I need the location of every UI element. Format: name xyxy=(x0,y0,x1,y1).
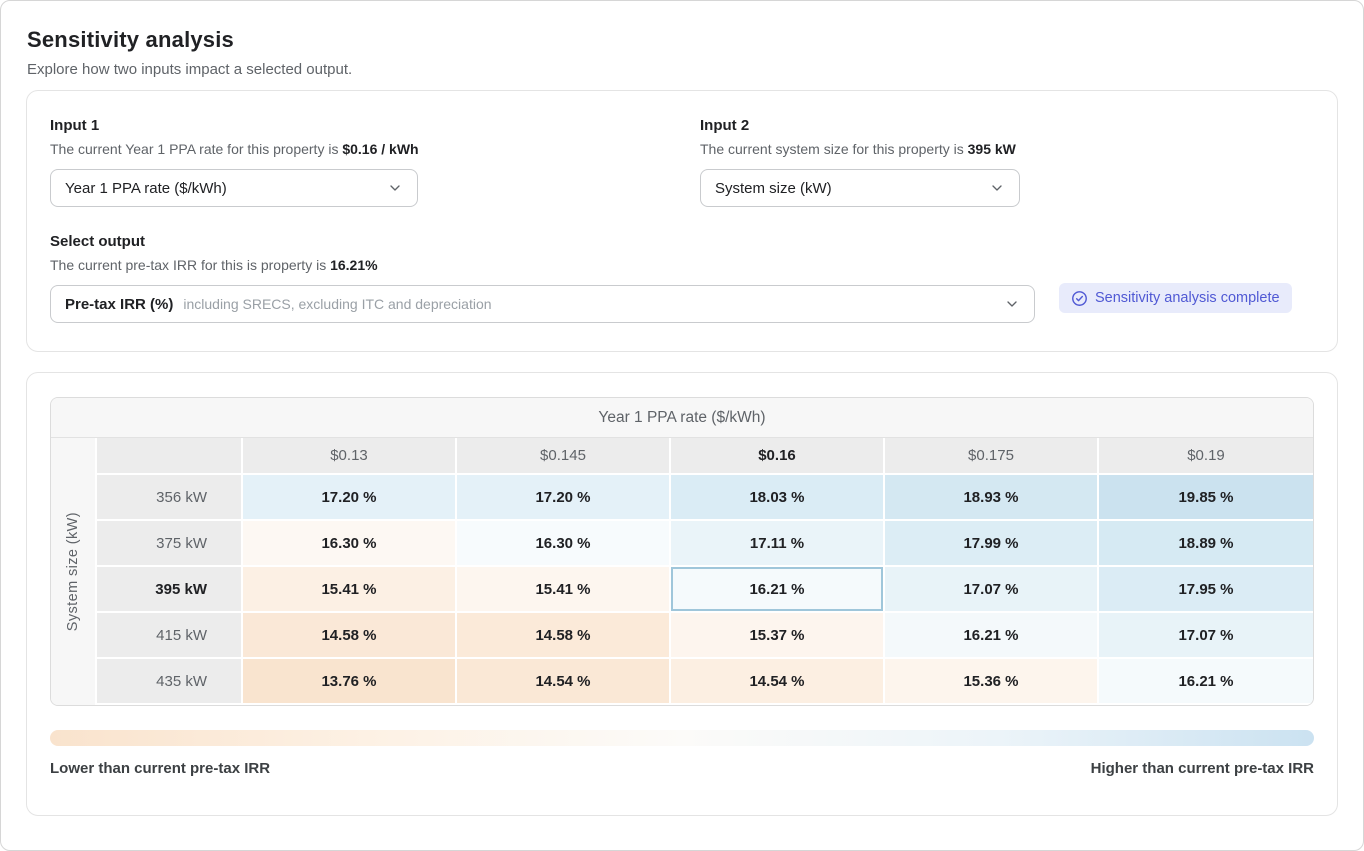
heatmap-grid: $0.13$0.145$0.16$0.175$0.19356 kW17.20 %… xyxy=(97,438,1313,705)
heatmap-cell: 14.54 % xyxy=(457,659,671,705)
heatmap-cell: 16.21 % xyxy=(885,613,1099,659)
output-helper: The current pre-tax IRR for this is prop… xyxy=(50,257,1314,273)
chevron-down-icon xyxy=(387,180,403,196)
check-circle-icon xyxy=(1071,290,1088,307)
heatmap-cell: 17.20 % xyxy=(457,475,671,521)
heatmap-cell: 17.07 % xyxy=(1099,613,1313,659)
page-header: Sensitivity analysis Explore how two inp… xyxy=(1,1,1363,78)
heatmap-cell: 17.07 % xyxy=(885,567,1099,613)
input2-helper: The current system size for this propert… xyxy=(700,141,1314,157)
heatmap-cell: 17.20 % xyxy=(243,475,457,521)
heatmap-cell: 17.99 % xyxy=(885,521,1099,567)
heatmap-cell: 14.58 % xyxy=(243,613,457,659)
row-header: 356 kW xyxy=(97,475,243,521)
row-header: 435 kW xyxy=(97,659,243,705)
input2-label: Input 2 xyxy=(700,117,1314,134)
row-group-label: System size (kW) xyxy=(51,438,97,705)
heatmap-cell: 14.54 % xyxy=(671,659,885,705)
status-badge-label: Sensitivity analysis complete xyxy=(1095,290,1280,306)
input1-select[interactable]: Year 1 PPA rate ($/kWh) xyxy=(50,169,418,207)
column-header: $0.19 xyxy=(1099,438,1313,475)
input2-current-value: 395 kW xyxy=(968,141,1016,157)
input1-label: Input 1 xyxy=(50,117,700,134)
heatmap-cell: 15.41 % xyxy=(243,567,457,613)
input1-helper: The current Year 1 PPA rate for this pro… xyxy=(50,141,700,157)
heatmap-cell: 13.76 % xyxy=(243,659,457,705)
column-header: $0.16 xyxy=(671,438,885,475)
column-header: $0.145 xyxy=(457,438,671,475)
chevron-down-icon xyxy=(1004,296,1020,312)
column-header: $0.175 xyxy=(885,438,1099,475)
heatmap-cell: 19.85 % xyxy=(1099,475,1313,521)
heatmap-cell: 16.30 % xyxy=(243,521,457,567)
input2-select[interactable]: System size (kW) xyxy=(700,169,1020,207)
chevron-down-icon xyxy=(989,180,1005,196)
inputs-card: Input 1 The current Year 1 PPA rate for … xyxy=(26,90,1338,352)
heatmap-cell: 15.41 % xyxy=(457,567,671,613)
sensitivity-table: Year 1 PPA rate ($/kWh) System size (kW)… xyxy=(50,397,1314,706)
output-select-detail: including SRECS, excluding ITC and depre… xyxy=(183,296,491,312)
output-select[interactable]: Pre-tax IRR (%) including SRECS, excludi… xyxy=(50,285,1035,323)
heatmap-cell: 18.89 % xyxy=(1099,521,1313,567)
output-select-value: Pre-tax IRR (%) xyxy=(65,296,173,313)
heatmap-legend-gradient xyxy=(50,730,1314,746)
heatmap-cell: 17.11 % xyxy=(671,521,885,567)
row-header: 415 kW xyxy=(97,613,243,659)
input1-select-value: Year 1 PPA rate ($/kWh) xyxy=(65,180,227,197)
input2-select-value: System size (kW) xyxy=(715,180,832,197)
output-current-value: 16.21% xyxy=(330,257,377,273)
column-header: $0.13 xyxy=(243,438,457,475)
heatmap-cell: 17.95 % xyxy=(1099,567,1313,613)
row-header: 395 kW xyxy=(97,567,243,613)
heatmap-cell: 18.93 % xyxy=(885,475,1099,521)
input1-current-value: $0.16 / kWh xyxy=(342,141,418,157)
heatmap-cell: 18.03 % xyxy=(671,475,885,521)
status-badge: Sensitivity analysis complete xyxy=(1059,283,1292,313)
page-subtitle: Explore how two inputs impact a selected… xyxy=(27,61,1337,78)
heatmap-cell: 15.37 % xyxy=(671,613,885,659)
page-title: Sensitivity analysis xyxy=(27,27,1337,53)
heatmap-cell: 16.30 % xyxy=(457,521,671,567)
table-corner-cell xyxy=(97,438,243,475)
heatmap-cell: 14.58 % xyxy=(457,613,671,659)
output-label: Select output xyxy=(50,233,1314,250)
legend-high-label: Higher than current pre-tax IRR xyxy=(1091,760,1314,777)
row-header: 375 kW xyxy=(97,521,243,567)
heatmap-cell: 16.21 % xyxy=(1099,659,1313,705)
legend-low-label: Lower than current pre-tax IRR xyxy=(50,760,270,777)
sensitivity-analysis-page: Sensitivity analysis Explore how two inp… xyxy=(0,0,1364,851)
heatmap-card: Year 1 PPA rate ($/kWh) System size (kW)… xyxy=(26,372,1338,816)
heatmap-cell: 16.21 % xyxy=(671,567,885,613)
heatmap-cell: 15.36 % xyxy=(885,659,1099,705)
column-group-label: Year 1 PPA rate ($/kWh) xyxy=(51,398,1313,438)
